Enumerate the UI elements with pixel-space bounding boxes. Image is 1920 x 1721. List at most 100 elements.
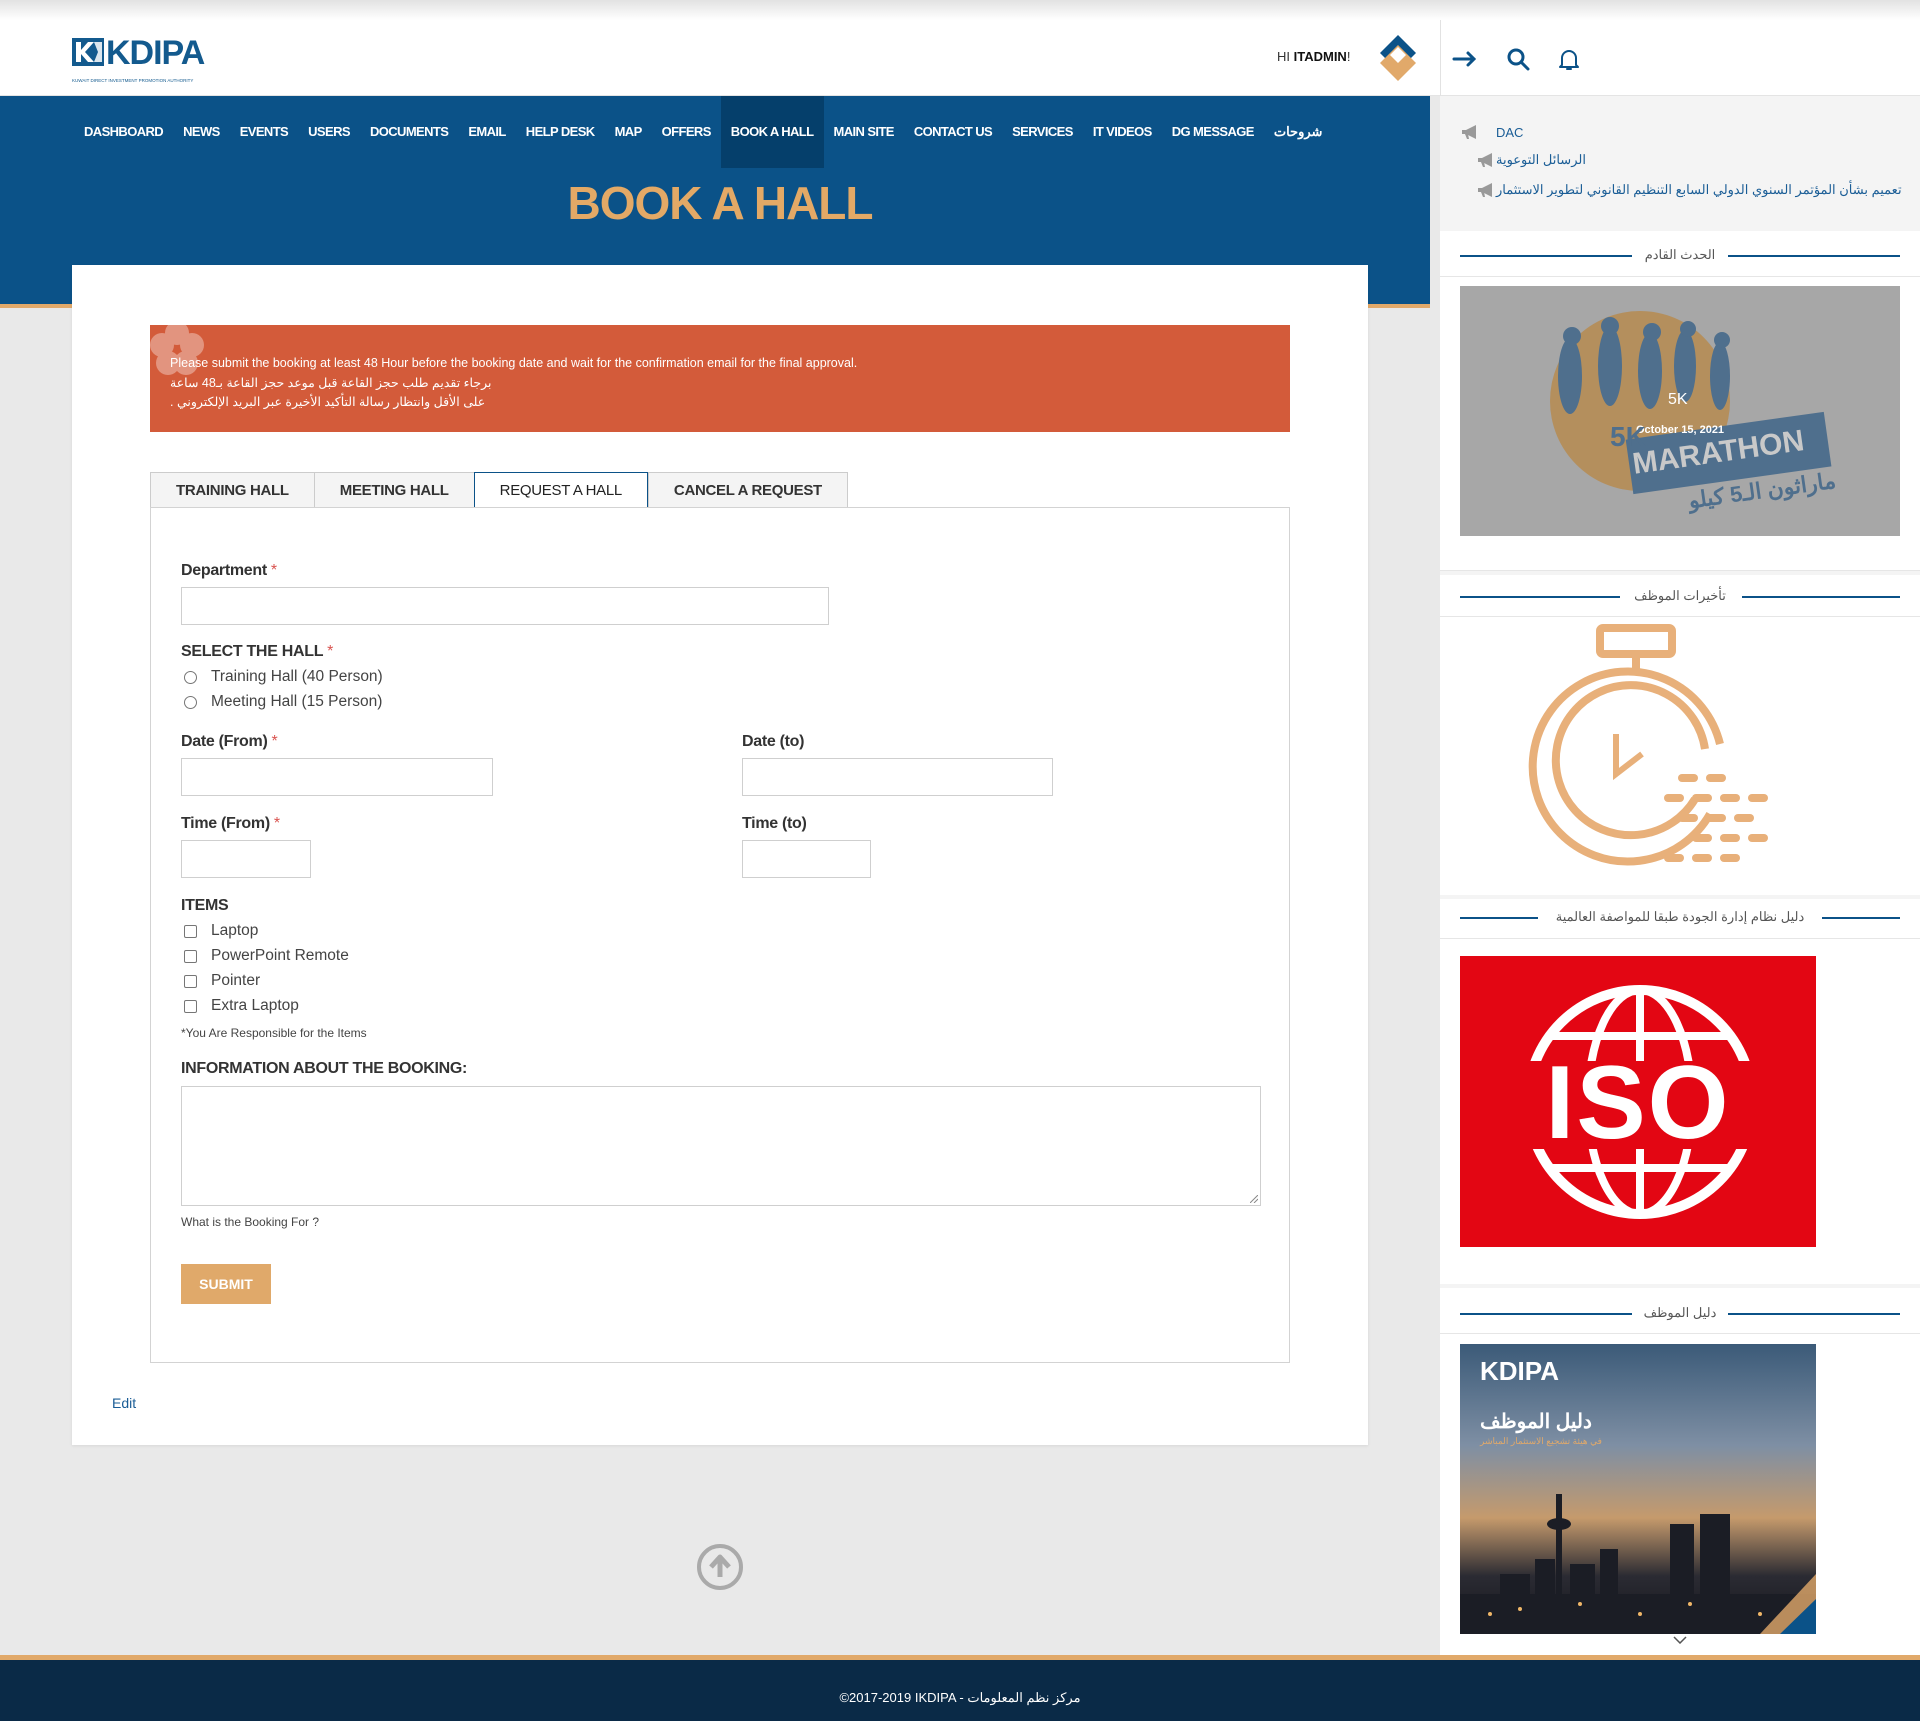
news-item-circular[interactable]: تعميم بشأن المؤتمر السنوي الدولي السابع …: [1460, 182, 1902, 198]
divider-band: [1440, 895, 1920, 899]
guide-subheading: في هيئة تشجيع الاستثمار المباشر: [1480, 1436, 1602, 1446]
site-footer: ©2017-2019 IKDIPA - مركز نظم المعلومات: [0, 1655, 1920, 1721]
alert-text-arabic-1: برجاء تقديم طلب حجز القاعة قبل موعد حجز …: [170, 376, 492, 390]
nav-item-help-desk[interactable]: HELP DESK: [516, 96, 605, 168]
hall-tabs: TRAINING HALL MEETING HALL REQUEST A HAL…: [150, 472, 848, 508]
nav-item-map[interactable]: MAP: [605, 96, 652, 168]
nav-item-email[interactable]: EMAIL: [458, 96, 515, 168]
top-shadow: [0, 0, 1920, 20]
nav-item-dashboard[interactable]: DASHBOARD: [74, 96, 173, 168]
divider: [1440, 1333, 1920, 1334]
event-label: 5K: [1668, 391, 1688, 408]
submit-button[interactable]: SUBMIT: [181, 1264, 271, 1304]
divider-band: [1440, 1284, 1920, 1288]
nav-item-tutorials[interactable]: شروحات: [1264, 96, 1333, 168]
user-avatar-icon[interactable]: [1378, 33, 1418, 83]
employee-guide-heading: دليل الموظف: [1460, 1303, 1900, 1323]
laptop-checkbox[interactable]: [184, 924, 197, 938]
alert-text-arabic-2: على الأقل وانتظار رسالة التأكيد الأخيرة …: [170, 395, 486, 409]
divider: [1440, 616, 1920, 617]
nav-item-dg-message[interactable]: DG MESSAGE: [1162, 96, 1264, 168]
item-pointer[interactable]: Pointer: [184, 972, 260, 990]
right-sidebar: DAC الرسائل التوعوية تعميم بشأن المؤتمر …: [1440, 96, 1920, 1658]
divider-band: [1440, 571, 1920, 575]
logout-arrow-icon[interactable]: [1452, 46, 1478, 72]
resize-grip-icon[interactable]: [1250, 1195, 1258, 1203]
nav-item-it-videos[interactable]: IT VIDEOS: [1083, 96, 1162, 168]
chevron-down-icon[interactable]: [1673, 1636, 1687, 1644]
marathon-event-card[interactable]: 5K October 15, 2021 5K MARATHON ماراثون …: [1460, 286, 1900, 536]
employee-guide-card[interactable]: KDIPA دليل الموظف في هيئة تشجيع الاستثما…: [1460, 1344, 1816, 1634]
nav-item-contact-us[interactable]: CONTACT US: [904, 96, 1002, 168]
event-date: October 15, 2021: [1636, 424, 1725, 436]
department-label: Department *: [181, 562, 277, 579]
tab-cancel-a-request[interactable]: CANCEL A REQUEST: [647, 472, 848, 508]
iso-text: ISO: [1545, 1045, 1731, 1161]
news-item-awareness[interactable]: الرسائل التوعوية: [1460, 152, 1586, 168]
page-title: BOOK A HALL: [567, 177, 873, 229]
site-header: KDIPA KUWAIT DIRECT INVESTMENT PROMOTION…: [0, 20, 1920, 96]
select-hall-label: SELECT THE HALL *: [181, 643, 334, 660]
tab-request-a-hall[interactable]: REQUEST A HALL: [473, 472, 648, 508]
username: ITADMIN: [1293, 49, 1347, 64]
item-laptop[interactable]: Laptop: [184, 922, 258, 940]
booking-notice-alert: Please submit the booking at least 48 Ho…: [150, 325, 1290, 432]
time-to-label: Time (to): [742, 815, 807, 832]
edit-link[interactable]: Edit: [112, 1395, 136, 1411]
divider: [1440, 938, 1920, 939]
news-item-dac[interactable]: DAC: [1460, 124, 1523, 140]
date-from-field[interactable]: [181, 758, 493, 796]
booking-info-label: INFORMATION ABOUT THE BOOKING:: [181, 1060, 468, 1077]
meeting-hall-radio[interactable]: [184, 695, 197, 709]
nav-item-news[interactable]: NEWS: [173, 96, 230, 168]
request-hall-form: Department * SELECT THE HALL * Training Ha…: [150, 507, 1290, 1363]
extra-laptop-checkbox[interactable]: [184, 999, 197, 1013]
nav-item-book-a-hall[interactable]: BOOK A HALL: [720, 96, 824, 168]
main-nav: DASHBOARD NEWS EVENTS USERS DOCUMENTS EM…: [74, 96, 1332, 168]
training-hall-radio[interactable]: [184, 670, 197, 684]
stopwatch-icon[interactable]: [1520, 624, 1780, 874]
user-greeting: HI ITADMIN!: [1277, 49, 1350, 64]
nav-item-services[interactable]: SERVICES: [1002, 96, 1083, 168]
items-label: ITEMS: [181, 897, 229, 914]
content-card: Please submit the booking at least 48 Ho…: [72, 265, 1368, 1445]
hall-option-meeting[interactable]: Meeting Hall (15 Person): [184, 693, 382, 711]
megaphone-icon: [1478, 153, 1492, 167]
nav-item-users[interactable]: USERS: [298, 96, 360, 168]
city-skyline-image: [1460, 1494, 1816, 1634]
logo-subtext: KUWAIT DIRECT INVESTMENT PROMOTION AUTHO…: [72, 78, 194, 83]
marathon-logo-image: [1550, 311, 1832, 495]
tab-training-hall[interactable]: TRAINING HALL: [150, 472, 314, 508]
megaphone-icon: [1462, 125, 1476, 139]
hall-option-training[interactable]: Training Hall (40 Person): [184, 668, 383, 686]
alert-text-english: Please submit the booking at least 48 Ho…: [170, 356, 858, 370]
kdipa-logo-mark-icon: [72, 38, 104, 66]
nav-item-documents[interactable]: DOCUMENTS: [360, 96, 458, 168]
scroll-to-top-icon[interactable]: [696, 1543, 744, 1591]
time-from-field[interactable]: [181, 840, 311, 878]
tab-meeting-hall[interactable]: MEETING HALL: [313, 472, 474, 508]
item-extra-laptop[interactable]: Extra Laptop: [184, 997, 299, 1015]
booking-info-textarea[interactable]: [181, 1086, 1261, 1206]
pointer-checkbox[interactable]: [184, 974, 197, 988]
time-to-field[interactable]: [742, 840, 871, 878]
item-powerpoint-remote[interactable]: PowerPoint Remote: [184, 947, 349, 965]
booking-info-hint: What is the Booking For ?: [181, 1215, 320, 1229]
department-field[interactable]: [181, 587, 829, 625]
nav-item-main-site[interactable]: MAIN SITE: [824, 96, 904, 168]
powerpoint-remote-checkbox[interactable]: [184, 949, 197, 963]
kdipa-logo[interactable]: KDIPA KUWAIT DIRECT INVESTMENT PROMOTION…: [72, 36, 205, 83]
greeting-prefix: HI: [1277, 49, 1290, 64]
search-icon[interactable]: [1505, 46, 1531, 72]
employee-delays-heading: تأخيرات الموظف: [1460, 586, 1900, 606]
date-to-field[interactable]: [742, 758, 1053, 796]
nav-item-events[interactable]: EVENTS: [230, 96, 298, 168]
header-divider: [1440, 20, 1441, 96]
guide-logo-text: KDIPA: [1480, 1356, 1559, 1386]
iso-quality-card[interactable]: ISO: [1460, 956, 1816, 1247]
nav-item-offers[interactable]: OFFERS: [652, 96, 721, 168]
bell-icon[interactable]: [1556, 46, 1582, 72]
time-from-label: Time (From) *: [181, 815, 280, 832]
greeting-suffix: !: [1346, 49, 1351, 64]
date-to-label: Date (to): [742, 733, 805, 750]
